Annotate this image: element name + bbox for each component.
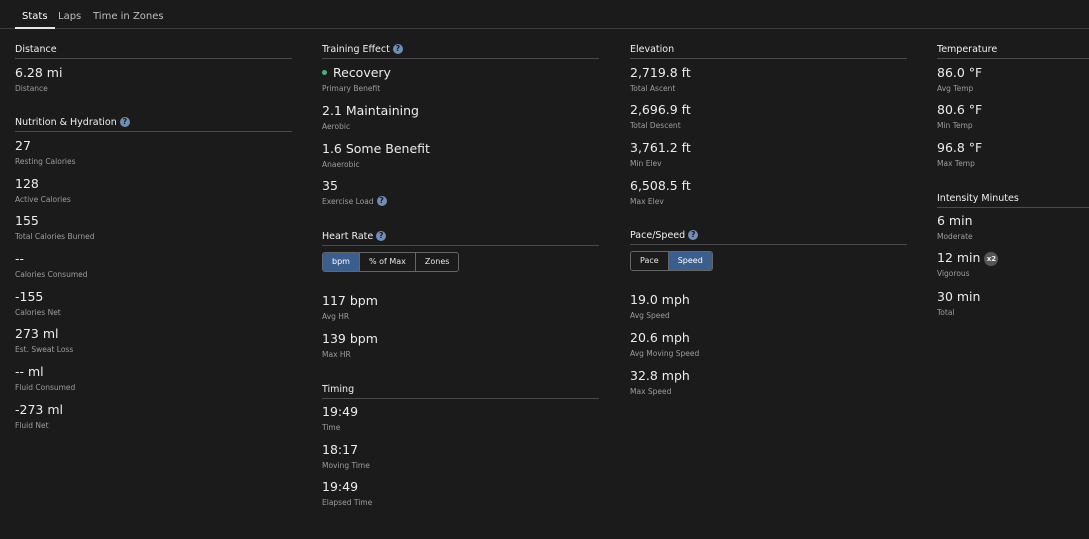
help-icon[interactable]: ? [376, 231, 387, 241]
help-icon[interactable]: ? [688, 230, 699, 240]
intensity-minutes-section: Intensity Minutes 6 min Moderate 12 min x2… [937, 192, 1089, 317]
intensity-minutes-title: Intensity Minutes [937, 192, 1089, 208]
stat-exercise-load: 35 Exercise Load? [322, 178, 387, 208]
stat-calories-net: -155 Calories Net [15, 289, 61, 317]
stat-elapsed-time: 19:49 Elapsed Time [322, 479, 373, 507]
stat-moderate: 6 min Moderate [937, 213, 973, 241]
stat-min-elev: 3,761.2 ft Min Elev [630, 140, 691, 168]
toggle-pace[interactable]: Pace [631, 252, 669, 270]
stat-active-calories: 128 Active Calories [15, 176, 71, 204]
stat-min-temp: 80.6 °F Min Temp [937, 102, 983, 130]
recovery-dot-icon [322, 70, 327, 75]
timing-title: Timing [322, 383, 599, 399]
stat-fluid-net: -273 ml Fluid Net [15, 402, 63, 430]
distance-title: Distance [15, 43, 292, 59]
tab-stats[interactable]: Stats [15, 0, 55, 29]
elevation-title: Elevation [630, 43, 907, 59]
temperature-title: Temperature [937, 43, 1089, 59]
multiplier-badge: x2 [984, 252, 999, 266]
stat-sweat-loss: 273 ml Est. Sweat Loss [15, 326, 74, 354]
training-effect-section: Training Effect? Recovery Primary Benefit… [322, 43, 599, 206]
pace-speed-toggle: Pace Speed [630, 251, 713, 271]
elevation-section: Elevation 2,719.8 ft Total Ascent 2,696.9… [630, 43, 907, 206]
stat-aerobic: 2.1 Maintaining Aerobic [322, 103, 419, 131]
heart-rate-title: Heart Rate? [322, 230, 599, 246]
stat-avg-hr: 117 bpm Avg HR [322, 293, 378, 321]
stat-avg-speed: 19.0 mph Avg Speed [630, 292, 690, 320]
temperature-section: Temperature 86.0 °F Avg Temp 80.6 °F Min T… [937, 43, 1089, 168]
nutrition-section: Nutrition & Hydration? 27 Resting Calorie… [15, 116, 292, 430]
stat-total-ascent: 2,719.8 ft Total Ascent [630, 65, 691, 93]
stat-max-speed: 32.8 mph Max Speed [630, 368, 690, 396]
stat-fluid-consumed: -- ml Fluid Consumed [15, 364, 76, 392]
heart-rate-section: Heart Rate? bpm % of Max Zones 117 bpm Av… [322, 230, 599, 359]
timing-section: Timing 19:49 Time 18:17 Moving Time 19:49 E… [322, 383, 599, 507]
stat-max-elev: 6,508.5 ft Max Elev [630, 178, 691, 206]
stat-primary-benefit: Recovery Primary Benefit [322, 65, 391, 93]
stat-total-calories: 155 Total Calories Burned [15, 213, 95, 241]
stat-max-hr: 139 bpm Max HR [322, 331, 378, 359]
nutrition-title: Nutrition & Hydration? [15, 116, 292, 132]
stat-avg-moving-speed: 20.6 mph Avg Moving Speed [630, 330, 700, 358]
toggle-speed[interactable]: Speed [668, 252, 712, 270]
tab-bar: Stats Laps Time in Zones [0, 0, 1089, 29]
help-icon[interactable]: ? [376, 196, 387, 206]
pace-speed-section: Pace/Speed? Pace Speed 19.0 mph Avg Speed… [630, 229, 907, 396]
help-icon[interactable]: ? [119, 117, 130, 127]
training-effect-title: Training Effect? [322, 43, 599, 59]
distance-section: Distance 6.28 mi Distance [15, 43, 292, 93]
stat-total-descent: 2,696.9 ft Total Descent [630, 102, 691, 130]
toggle-percent-max[interactable]: % of Max [359, 253, 416, 271]
stat-avg-temp: 86.0 °F Avg Temp [937, 65, 983, 93]
stat-total-intensity: 30 min Total [937, 289, 981, 317]
stat-vigorous: 12 min x2 Vigorous [937, 250, 999, 280]
toggle-bpm[interactable]: bpm [323, 253, 360, 271]
stat-anaerobic: 1.6 Some Benefit Anaerobic [322, 141, 430, 169]
tab-time-in-zones[interactable]: Time in Zones [86, 0, 171, 29]
stat-resting-calories: 27 Resting Calories [15, 138, 76, 166]
stat-distance: 6.28 mi Distance [15, 65, 63, 93]
stat-calories-consumed: -- Calories Consumed [15, 251, 88, 279]
tab-laps[interactable]: Laps [51, 0, 88, 29]
pace-speed-title: Pace/Speed? [630, 229, 907, 245]
toggle-zones[interactable]: Zones [415, 253, 459, 271]
heart-rate-toggle: bpm % of Max Zones [322, 252, 460, 272]
help-icon[interactable]: ? [392, 44, 403, 54]
stat-time: 19:49 Time [322, 404, 359, 432]
stat-max-temp: 96.8 °F Max Temp [937, 140, 983, 168]
stat-moving-time: 18:17 Moving Time [322, 442, 370, 470]
